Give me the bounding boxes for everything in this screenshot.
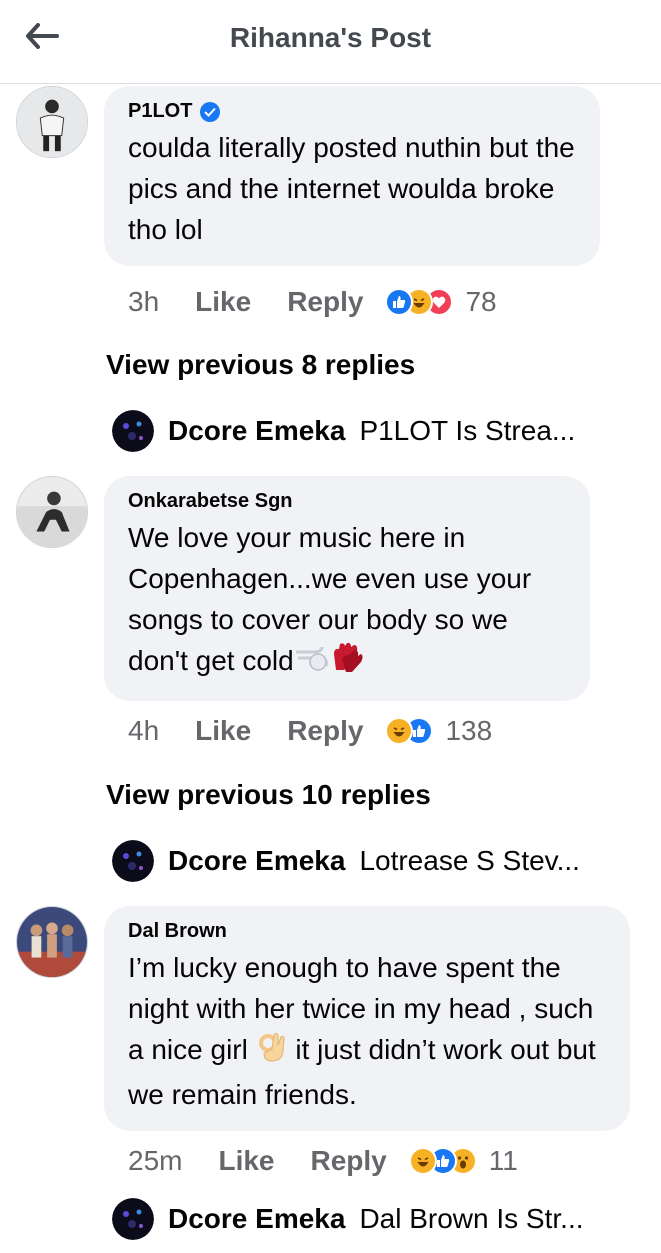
- haha-icon: [385, 717, 414, 745]
- reply-snippet: Lotrease S Stev...: [359, 845, 580, 876]
- comment-text-line: Copenhagen...we even use your: [128, 563, 532, 594]
- comment-author[interactable]: P1LOT: [128, 100, 192, 123]
- reaction-count[interactable]: 138: [445, 715, 492, 747]
- avatar-photo: [17, 477, 87, 547]
- top-bar: Rihanna's Post: [0, 0, 661, 84]
- like-button[interactable]: Like: [218, 1145, 274, 1177]
- gloves-emoji: [330, 640, 364, 685]
- avatar[interactable]: [16, 906, 88, 978]
- reply-snippet: P1LOT Is Strea...: [359, 415, 576, 446]
- reply-author: Dcore Emeka: [168, 845, 346, 876]
- comment-actions: 25m Like Reply 11: [128, 1145, 518, 1177]
- avatar: [112, 840, 154, 882]
- reply-button[interactable]: Reply: [287, 286, 363, 318]
- comment-text-line: don't get cold: [128, 645, 294, 676]
- reaction-summary[interactable]: [385, 717, 434, 745]
- reaction-summary[interactable]: [408, 1147, 477, 1175]
- comment-author[interactable]: Onkarabetse Sgn: [128, 490, 568, 513]
- like-button[interactable]: Like: [195, 715, 251, 747]
- reply-preview[interactable]: Dcore Emeka Lotrease S Stev...: [112, 840, 580, 882]
- reply-button[interactable]: Reply: [311, 1145, 387, 1177]
- haha-icon: [408, 1147, 437, 1175]
- view-previous-replies[interactable]: View previous 10 replies: [106, 779, 431, 811]
- avatar: [112, 410, 154, 452]
- comment-author[interactable]: Dal Brown: [128, 920, 608, 943]
- comment-time[interactable]: 3h: [128, 286, 159, 318]
- avatar[interactable]: [16, 476, 88, 548]
- comment-time[interactable]: 4h: [128, 715, 159, 747]
- reply-author: Dcore Emeka: [168, 415, 346, 446]
- page-title: Rihanna's Post: [229, 22, 432, 53]
- comment-bubble: Dal Brown I’m lucky enough to have spent…: [104, 906, 630, 1132]
- comment-actions: 4h Like Reply 138: [128, 715, 492, 747]
- comment-author-row: P1LOT: [128, 100, 578, 123]
- avatar-photo: [17, 87, 87, 157]
- comment-bubble: Onkarabetse Sgn We love your music here …: [104, 476, 590, 702]
- comment-text: We love your music here in Copenhagen...…: [128, 517, 568, 685]
- ok-hand-emoji: [256, 1029, 288, 1074]
- comment-text-line: We love your music here in: [128, 522, 466, 553]
- avatar-photo: [17, 907, 87, 977]
- reply-snippet: Dal Brown Is Str...: [359, 1203, 584, 1234]
- reaction-count[interactable]: 78: [465, 286, 496, 318]
- reaction-summary[interactable]: [385, 288, 454, 316]
- comment-text-line: songs to cover our body so we: [128, 604, 508, 635]
- comment-text: coulda literally posted nuthin but the p…: [128, 132, 575, 245]
- reply-preview[interactable]: Dcore Emeka Dal Brown Is Str...: [112, 1198, 584, 1240]
- reply-preview[interactable]: Dcore Emeka P1LOT Is Strea...: [112, 410, 575, 452]
- comment-actions: 3h Like Reply 78: [128, 286, 497, 318]
- view-previous-replies[interactable]: View previous 8 replies: [106, 349, 415, 381]
- avatar[interactable]: [16, 86, 88, 158]
- reaction-count[interactable]: 11: [489, 1145, 518, 1177]
- verified-badge-icon: [200, 101, 221, 122]
- avatar: [112, 1198, 154, 1240]
- comment-time[interactable]: 25m: [128, 1145, 182, 1177]
- comment-text: I’m lucky enough to have spent the night…: [128, 947, 608, 1115]
- comment-bubble: P1LOT coulda literally posted nuthin but…: [104, 86, 600, 266]
- reply-button[interactable]: Reply: [287, 715, 363, 747]
- reply-author: Dcore Emeka: [168, 1203, 346, 1234]
- dash-emoji: [294, 642, 330, 683]
- like-button[interactable]: Like: [195, 286, 251, 318]
